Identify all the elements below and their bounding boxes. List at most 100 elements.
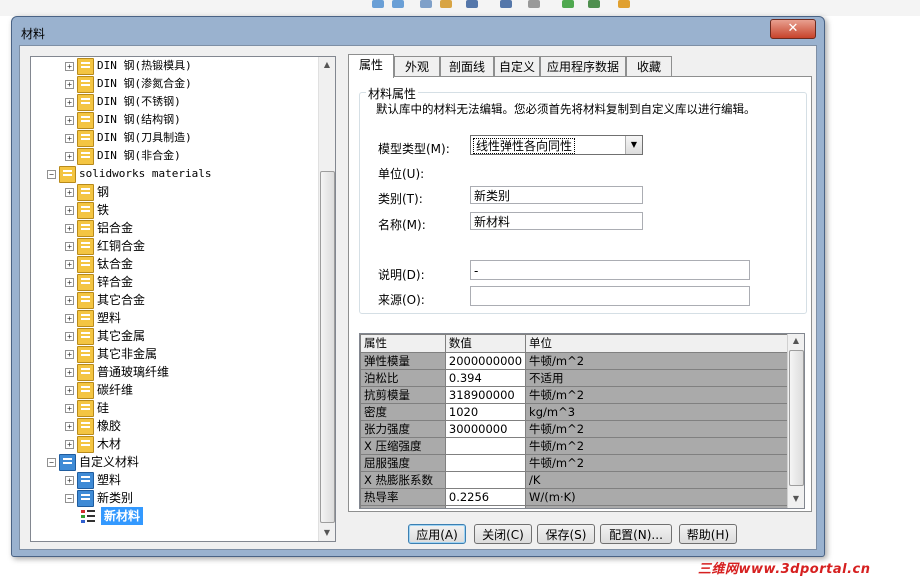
table-row[interactable]: 热导率 0.2256 W/(m·K)	[360, 488, 804, 506]
property-value-cell[interactable]: 318900000	[444, 386, 527, 404]
tree-item-label: 新材料	[101, 507, 144, 525]
expand-icon[interactable]: +	[65, 386, 74, 395]
expand-icon[interactable]: +	[65, 224, 74, 233]
expand-icon[interactable]: +	[65, 422, 74, 431]
toolbar-zoom-out-icon	[392, 0, 404, 8]
folder-icon	[77, 256, 94, 273]
property-value-cell[interactable]	[444, 454, 527, 472]
property-value-cell[interactable]: 0.394	[444, 369, 527, 387]
tree-item-label: 塑料	[97, 311, 122, 325]
expand-icon[interactable]: +	[65, 314, 74, 323]
property-name-cell: 比热	[360, 505, 446, 508]
property-value-cell[interactable]	[444, 471, 527, 489]
source-field[interactable]	[470, 286, 750, 306]
watermark: 三维网www.3dportal.cn	[698, 562, 871, 577]
expand-icon[interactable]: +	[65, 368, 74, 377]
table-row[interactable]: 张力强度 30000000 牛顿/m^2	[360, 420, 804, 438]
property-value-cell[interactable]: 1386	[444, 505, 527, 508]
tab-properties[interactable]: 属性	[348, 54, 394, 78]
name-field[interactable]: 新材料	[470, 212, 643, 230]
expand-icon[interactable]: +	[65, 62, 74, 71]
table-row[interactable]: X 压缩强度 牛顿/m^2	[360, 437, 804, 455]
help-button[interactable]: 帮助(H)	[679, 524, 737, 544]
expand-icon[interactable]: +	[65, 404, 74, 413]
table-row[interactable]: 比热1386J/(kg·K)	[360, 505, 804, 508]
tree-item-label: solidworks materials	[79, 167, 212, 180]
close-button[interactable]: 关闭(C)	[474, 524, 532, 544]
column-header[interactable]: 属性	[360, 334, 446, 353]
title-bar: 材料 ✕	[12, 17, 824, 45]
property-unit-cell: 不适用	[525, 369, 804, 387]
table-row[interactable]: 泊松比 0.394 不适用	[360, 369, 804, 387]
description-field[interactable]: -	[470, 260, 750, 280]
property-unit-cell: J/(kg·K)	[525, 505, 804, 508]
chevron-down-icon[interactable]: ▼	[625, 136, 642, 154]
tab-label: 剖面线	[448, 60, 485, 74]
property-value-cell[interactable]: 30000000	[444, 420, 527, 438]
table-row[interactable]: 抗剪模量 318900000 牛顿/m^2	[360, 386, 804, 404]
expand-icon[interactable]: +	[65, 278, 74, 287]
tree-item-label: 铝合金	[97, 221, 134, 235]
tab-label: 收藏	[636, 60, 661, 74]
apply-button[interactable]: 应用(A)	[408, 524, 466, 544]
tab-crosshatch[interactable]: 剖面线	[440, 56, 494, 77]
expand-icon[interactable]: +	[65, 440, 74, 449]
expand-icon[interactable]: +	[65, 152, 74, 161]
name-label: 名称(M):	[378, 218, 426, 232]
table-row[interactable]: 密度 1020 kg/m^3	[360, 403, 804, 421]
table-row[interactable]: X 热膨胀系数/K	[360, 471, 804, 489]
tab-custom[interactable]: 自定义	[494, 56, 540, 77]
collapse-icon[interactable]: −	[47, 170, 56, 179]
save-button[interactable]: 保存(S)	[537, 524, 595, 544]
expand-icon[interactable]: +	[65, 476, 74, 485]
expand-icon[interactable]: +	[65, 260, 74, 269]
expand-icon[interactable]: +	[65, 296, 74, 305]
scroll-thumb[interactable]	[320, 171, 335, 523]
toolbar-view-icon	[440, 0, 452, 8]
expand-icon[interactable]: +	[65, 332, 74, 341]
window-title: 材料	[21, 27, 46, 41]
table-header-row: 属性 数值 单位	[360, 334, 804, 353]
folder-icon	[77, 490, 94, 507]
column-header[interactable]: 单位	[525, 334, 804, 353]
property-value-cell[interactable]: 0.2256	[444, 488, 527, 506]
tree-item-label: 碳纤维	[97, 383, 134, 397]
expand-icon[interactable]: +	[65, 116, 74, 125]
material-tree[interactable]: ▲ ▼ + DIN 钢(热锻模具) + DIN 钢(渗氮合金) + DIN 钢(不锈钢) +…	[30, 56, 336, 542]
tree-item-label: 其它合金	[97, 293, 146, 307]
expand-icon[interactable]: +	[65, 134, 74, 143]
tree-scrollbar[interactable]: ▲ ▼	[318, 57, 335, 541]
expand-icon[interactable]: +	[65, 80, 74, 89]
property-value-cell[interactable]: 2000000000	[444, 352, 527, 370]
category-field[interactable]: 新类别	[470, 186, 643, 204]
tab-appearance[interactable]: 外观	[394, 56, 440, 77]
toolbar-scene-icon	[588, 0, 600, 8]
collapse-icon[interactable]: −	[65, 494, 74, 503]
table-scrollbar[interactable]: ▲ ▼	[787, 334, 804, 508]
collapse-icon[interactable]: −	[47, 458, 56, 467]
column-header[interactable]: 数值	[444, 334, 527, 353]
expand-icon[interactable]: +	[65, 206, 74, 215]
close-window-button[interactable]: ✕	[770, 19, 816, 39]
scroll-down-icon[interactable]: ▼	[788, 492, 804, 506]
property-name-cell: X 压缩强度	[360, 437, 446, 455]
scroll-down-icon[interactable]: ▼	[319, 525, 335, 541]
property-value-cell[interactable]	[444, 437, 527, 455]
config-button[interactable]: 配置(N)...	[600, 524, 672, 544]
scroll-up-icon[interactable]: ▲	[319, 57, 335, 73]
tab-application-data[interactable]: 应用程序数据	[540, 56, 626, 77]
expand-icon[interactable]: +	[65, 242, 74, 251]
materials-dialog: 材料 ✕ ▲ ▼ + DIN 钢(热锻模具) + DIN 钢(渗氮合金) + DIN 钢(…	[11, 16, 825, 557]
expand-icon[interactable]: +	[65, 350, 74, 359]
model-type-select[interactable]: 线性弹性各向同性 ▼	[470, 135, 643, 155]
table-row[interactable]: 屈服强度 牛顿/m^2	[360, 454, 804, 472]
table-row[interactable]: 弹性模量 2000000000 牛顿/m^2	[360, 352, 804, 370]
expand-icon[interactable]: +	[65, 98, 74, 107]
property-value-cell[interactable]: 1020	[444, 403, 527, 421]
scroll-up-icon[interactable]: ▲	[788, 334, 804, 348]
toolbar-section-icon	[466, 0, 478, 8]
expand-icon[interactable]: +	[65, 188, 74, 197]
scroll-thumb[interactable]	[789, 350, 804, 486]
library-icon	[59, 166, 76, 183]
tab-favorites[interactable]: 收藏	[626, 56, 672, 77]
